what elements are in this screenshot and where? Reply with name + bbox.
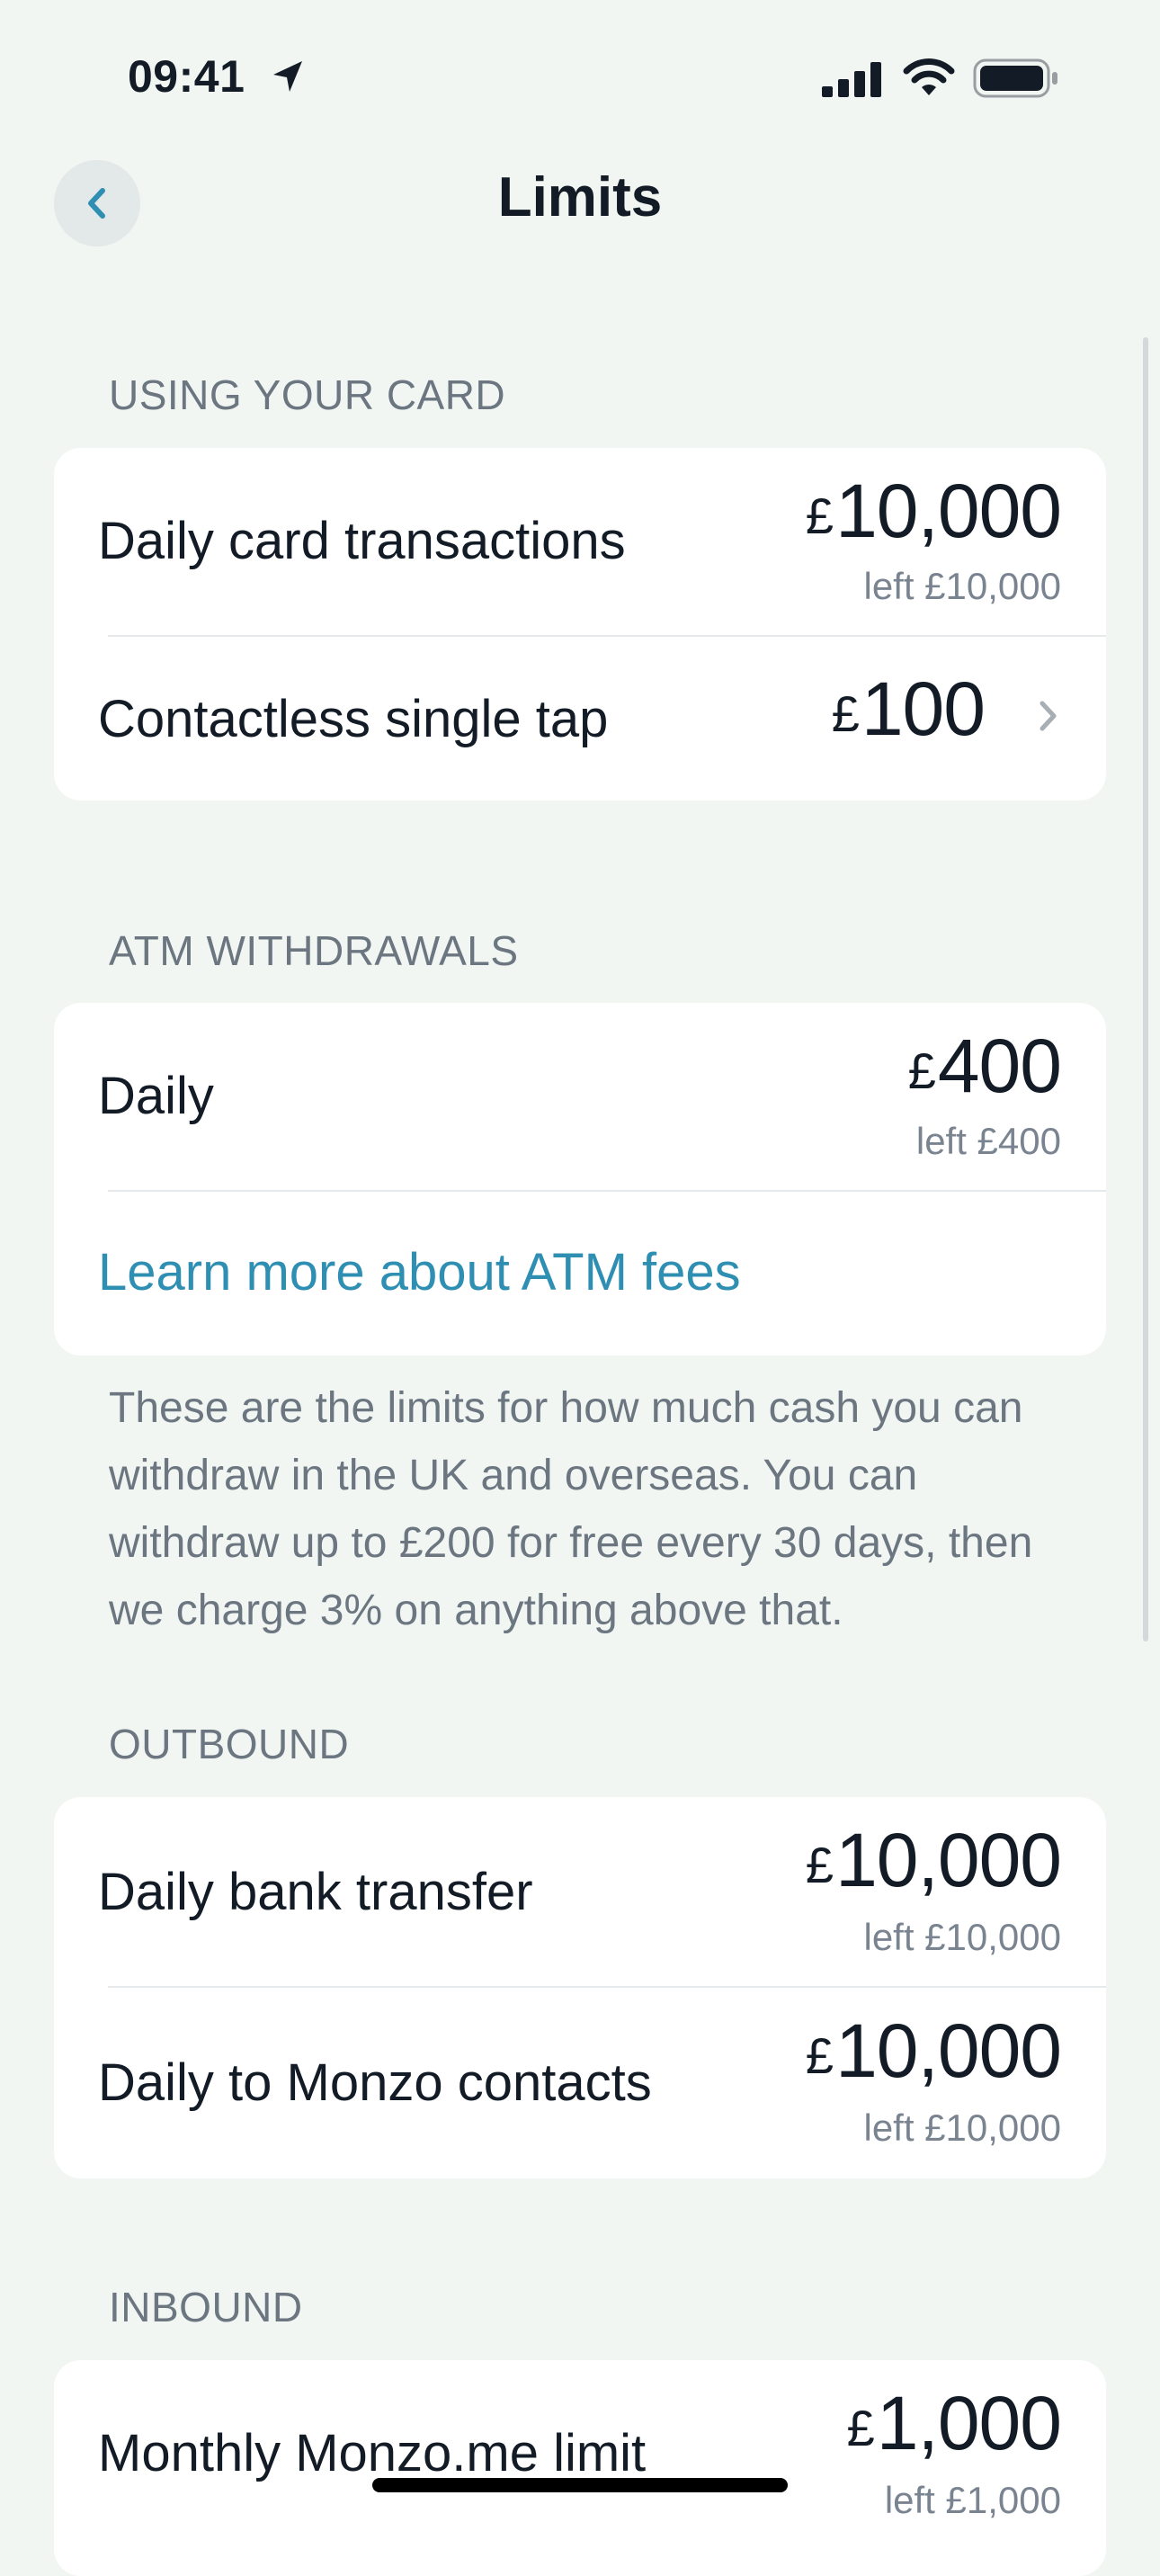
amount: £10,000 — [805, 1817, 1062, 1904]
location-arrow-icon — [273, 61, 302, 92]
amount-value: 10,000 — [835, 1818, 1062, 1902]
daily-bank-transfer-row: Daily bank transfer £10,000 left £10,000 — [54, 1797, 1106, 1988]
amount-value: 10,000 — [835, 469, 1062, 553]
amount: £10,000 — [805, 468, 1062, 555]
chevron-right-icon — [1040, 701, 1057, 731]
atm-fees-link-row[interactable]: Learn more about ATM fees — [54, 1192, 1106, 1355]
amount-left: left £400 — [915, 1120, 1061, 1162]
row-label: Monthly Monzo.me limit — [98, 2424, 647, 2482]
row-label: Contactless single tap — [98, 690, 609, 748]
atm-daily-row: Daily £400 left £400 — [54, 1003, 1106, 1192]
row-label: Daily card transactions — [98, 512, 626, 570]
currency-symbol: £ — [805, 487, 834, 544]
home-indicator[interactable] — [372, 2478, 788, 2492]
amount-left: left £10,000 — [863, 1916, 1061, 1958]
section-header-inbound: INBOUND — [109, 2284, 303, 2330]
amount-value: 10,000 — [835, 2008, 1062, 2093]
amount-value: 1,000 — [876, 2381, 1062, 2465]
learn-more-atm-fees-link[interactable]: Learn more about ATM fees — [98, 1242, 741, 1302]
row-label: Daily bank transfer — [98, 1863, 533, 1921]
wifi-icon — [903, 58, 955, 95]
row-label: Daily — [98, 1067, 214, 1125]
section-header-outbound: OUTBOUND — [109, 1721, 350, 1767]
amount-value: 100 — [861, 666, 986, 751]
daily-card-transactions-row: Daily card transactions £10,000 left £10… — [54, 448, 1106, 637]
amount-left: left £1,000 — [884, 2479, 1061, 2521]
amount: £10,000 — [805, 2008, 1062, 2095]
status-time: 09:41 — [128, 51, 245, 102]
status-bar: 09:41 — [0, 0, 1160, 153]
contactless-single-tap-row[interactable]: Contactless single tap £100 — [54, 637, 1106, 801]
amount-left: left £10,000 — [863, 565, 1061, 607]
scroll-indicator[interactable] — [1143, 337, 1148, 1641]
amount: £100 — [831, 666, 986, 753]
page-title: Limits — [497, 166, 663, 228]
amount-value: 400 — [937, 1024, 1062, 1108]
currency-symbol: £ — [907, 1042, 936, 1099]
currency-symbol: £ — [846, 2400, 875, 2456]
daily-to-monzo-contacts-row: Daily to Monzo contacts £10,000 left £10… — [54, 1988, 1106, 2178]
currency-symbol: £ — [805, 2027, 834, 2084]
monthly-monzo-me-limit-row: Monthly Monzo.me limit £1,000 left £1,00… — [54, 2360, 1106, 2549]
amount-left: left £10,000 — [863, 2106, 1061, 2149]
section-header-card: USING YOUR CARD — [109, 371, 506, 418]
nav-bar: Limits — [0, 153, 1160, 252]
card-limits-card: Daily card transactions £10,000 left £10… — [54, 448, 1106, 801]
currency-symbol: £ — [805, 1837, 834, 1893]
cellular-signal-icon — [822, 62, 881, 97]
outbound-limits-card: Daily bank transfer £10,000 left £10,000… — [54, 1797, 1106, 2178]
currency-symbol: £ — [831, 685, 860, 742]
row-label: Daily to Monzo contacts — [98, 2053, 652, 2112]
amount: £1,000 — [846, 2380, 1062, 2467]
atm-limits-card: Daily £400 left £400 Learn more about AT… — [54, 1003, 1106, 1355]
section-header-atm: ATM WITHDRAWALS — [109, 927, 519, 974]
battery-icon — [973, 58, 1057, 98]
atm-explanation-text: These are the limits for how much cash y… — [109, 1384, 1033, 1634]
amount: £400 — [907, 1023, 1062, 1110]
inbound-limits-card: Monthly Monzo.me limit £1,000 left £1,00… — [54, 2360, 1106, 2576]
